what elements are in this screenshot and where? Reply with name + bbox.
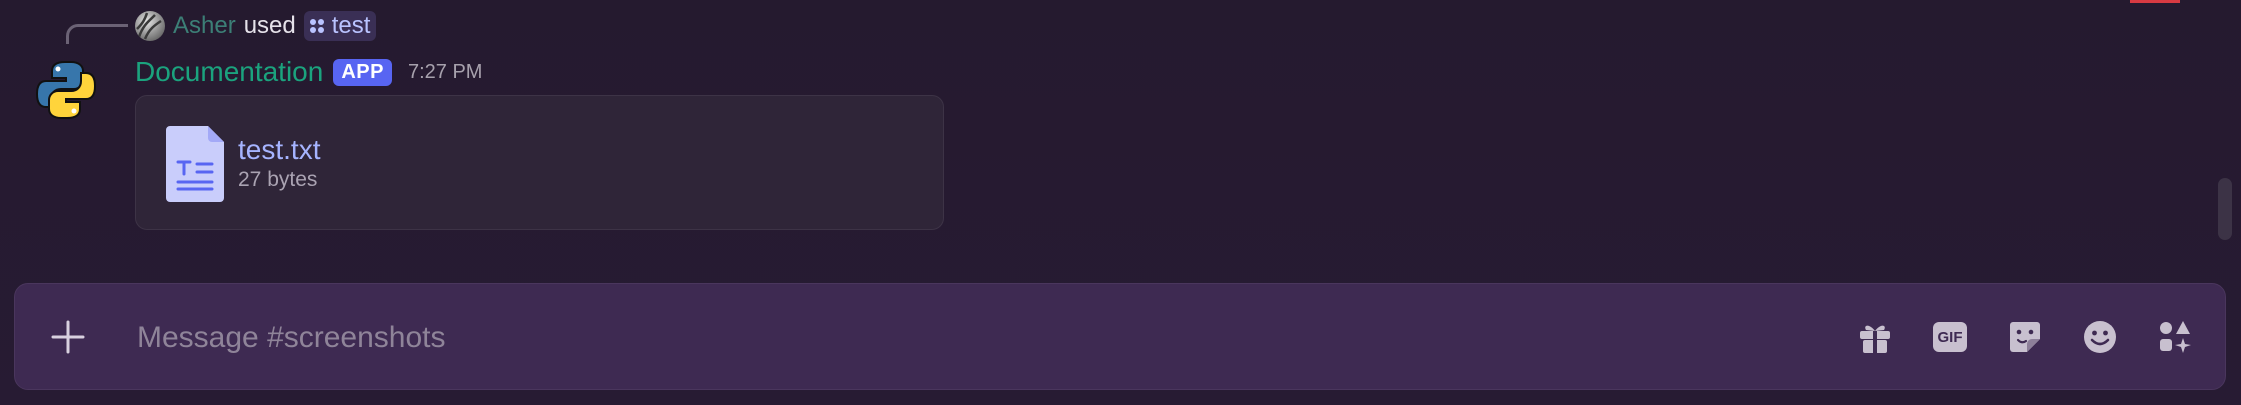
chat-area: Asher used test Documentation APP 7:27 P…: [0, 0, 2241, 405]
unread-indicator: [2130, 0, 2180, 3]
author-name[interactable]: Documentation: [135, 56, 323, 88]
python-logo-icon: [35, 61, 97, 119]
author-avatar[interactable]: [34, 58, 98, 122]
apps-button[interactable]: [2152, 314, 2198, 360]
message-input[interactable]: [135, 314, 1839, 362]
message-composer: GIF: [14, 283, 2226, 390]
text-file-icon: [166, 126, 224, 202]
app-badge: APP: [333, 58, 392, 86]
file-attachment[interactable]: test.txt 27 bytes: [135, 95, 944, 230]
reply-connector: [66, 24, 128, 44]
slash-command-pill[interactable]: test: [303, 11, 377, 41]
reply-context[interactable]: Asher used test: [135, 10, 377, 42]
emoji-icon: [2084, 321, 2116, 353]
message-timestamp[interactable]: 7:27 PM: [408, 61, 482, 84]
command-icon: [309, 19, 324, 33]
gif-button[interactable]: GIF: [1927, 314, 1973, 360]
sticker-icon: [2010, 322, 2040, 352]
plus-icon: [51, 320, 85, 354]
gif-icon: GIF: [1933, 322, 1967, 352]
scrollbar-thumb[interactable]: [2218, 178, 2232, 240]
slash-command-name: test: [331, 12, 371, 39]
gift-button[interactable]: [1852, 314, 1898, 360]
add-attachment-button[interactable]: [45, 314, 91, 360]
reply-username[interactable]: Asher: [173, 12, 236, 40]
gift-icon: [1860, 325, 1890, 353]
emoji-button[interactable]: [2077, 314, 2123, 360]
apps-icon: [2160, 321, 2191, 353]
message-header: Documentation APP 7:27 PM: [135, 54, 482, 90]
file-size: 27 bytes: [238, 168, 318, 191]
reply-action-text: used: [243, 12, 296, 39]
sticker-button[interactable]: [2002, 314, 2048, 360]
file-name-link[interactable]: test.txt: [238, 134, 320, 166]
reply-user-avatar[interactable]: [135, 11, 165, 41]
